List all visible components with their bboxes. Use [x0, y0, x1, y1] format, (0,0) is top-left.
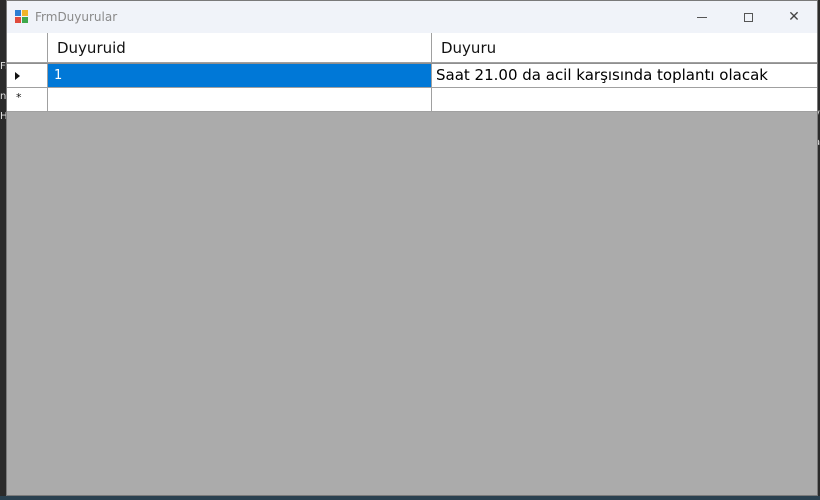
new-row[interactable]: *	[7, 88, 817, 112]
column-header-duyuru[interactable]: Duyuru	[432, 33, 817, 63]
row-header-cell[interactable]	[7, 64, 48, 88]
new-row-header-cell[interactable]: *	[7, 88, 48, 112]
close-icon: ✕	[788, 9, 800, 25]
new-row-icon: *	[16, 91, 22, 104]
cell-duyuru[interactable]: Saat 21.00 da acil karşısında toplantı o…	[432, 64, 817, 88]
new-cell-duyuru[interactable]	[432, 88, 817, 112]
app-form-icon[interactable]	[15, 10, 29, 24]
table-row[interactable]: 1 Saat 21.00 da acil karşısında toplantı…	[7, 64, 817, 88]
column-header-duyuruid[interactable]: Duyuruid	[48, 33, 432, 63]
close-button[interactable]: ✕	[771, 1, 817, 33]
current-row-icon	[15, 72, 20, 80]
title-bar[interactable]: FrmDuyurular ✕	[7, 1, 817, 33]
window-title: FrmDuyurular	[35, 10, 118, 24]
minimize-button[interactable]	[679, 1, 725, 33]
maximize-icon	[743, 12, 753, 22]
form-window: FrmDuyurular ✕ Duyuruid Duyuru 1 Saat 21…	[6, 0, 818, 496]
maximize-button[interactable]	[725, 1, 771, 33]
data-grid-view[interactable]: Duyuruid Duyuru 1 Saat 21.00 da acil kar…	[7, 33, 817, 495]
minimize-icon	[697, 16, 707, 18]
new-cell-duyuruid[interactable]	[48, 88, 432, 112]
top-left-header-cell[interactable]	[7, 33, 48, 63]
background-app-bottom-edge	[0, 496, 820, 500]
cell-duyuruid[interactable]: 1	[48, 64, 432, 88]
column-header-row: Duyuruid Duyuru	[7, 33, 817, 64]
